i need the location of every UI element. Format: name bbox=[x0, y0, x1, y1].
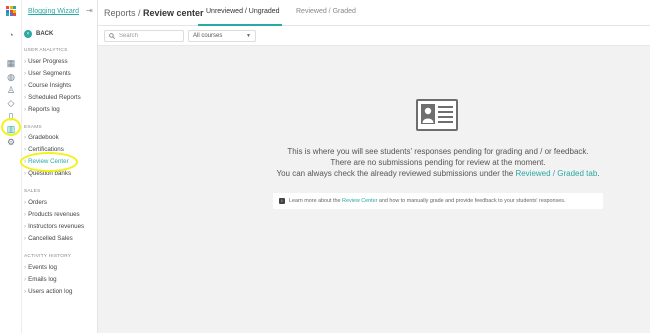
empty-state-message: This is where you will see students' res… bbox=[248, 146, 628, 179]
breadcrumb-separator: / bbox=[135, 8, 144, 18]
calculator-icon[interactable]: ▦ bbox=[6, 58, 16, 68]
sidebar-item-cancelled-sales[interactable]: › Cancelled Sales bbox=[24, 235, 73, 242]
tab-reviewed-graded[interactable]: Reviewed / Graded bbox=[296, 8, 356, 15]
sidebar-item-reports-log[interactable]: › Reports log bbox=[24, 106, 60, 113]
sidebar-item-scheduled-reports[interactable]: › Scheduled Reports bbox=[24, 94, 81, 101]
globe-icon[interactable]: ◍ bbox=[6, 72, 16, 82]
brand-link[interactable]: Blogging Wizard bbox=[28, 8, 79, 15]
sidebar-item-course-insights[interactable]: › Course Insights bbox=[24, 82, 71, 89]
reviewed-graded-tab-link[interactable]: Reviewed / Graded tab bbox=[515, 169, 597, 178]
info-icon: i bbox=[279, 198, 285, 204]
search-icon bbox=[109, 33, 115, 39]
search-input[interactable] bbox=[119, 31, 179, 41]
course-select-value: All courses bbox=[193, 33, 223, 39]
highlight-circle-review-center bbox=[20, 152, 78, 172]
section-user-analytics: USER ANALYTICS bbox=[24, 48, 68, 53]
sidebar-item-products-revenues[interactable]: › Products revenues bbox=[24, 211, 80, 218]
tab-unreviewed-ungraded[interactable]: Unreviewed / Ungraded bbox=[206, 8, 280, 15]
settings-icon[interactable]: ⚙ bbox=[6, 137, 16, 147]
breadcrumb-parent[interactable]: Reports bbox=[104, 8, 136, 18]
header-bar: Reports / Review center Unreviewed / Ung… bbox=[98, 0, 650, 26]
back-arrow-icon: ‹ bbox=[24, 30, 32, 38]
review-center-link[interactable]: Review Center bbox=[342, 198, 377, 204]
app-logo-icon[interactable] bbox=[6, 6, 16, 16]
section-activity-history: ACTIVITY HISTORY bbox=[24, 254, 72, 259]
sidebar-item-orders[interactable]: › Orders bbox=[24, 199, 47, 206]
users-icon[interactable]: ♙ bbox=[6, 85, 16, 95]
collapse-sidebar-icon[interactable]: ⇥ bbox=[86, 6, 93, 15]
sidebar-item-user-progress[interactable]: › User Progress bbox=[24, 58, 68, 65]
sidebar-item-gradebook[interactable]: › Gradebook bbox=[24, 134, 59, 141]
section-sales: SALES bbox=[24, 189, 41, 194]
back-button[interactable]: ‹ BACK bbox=[24, 30, 53, 38]
tag-icon[interactable]: ◇ bbox=[6, 98, 16, 108]
app-window: ◔ ▦ ◍ ♙ ◇ ▯ ▥ ⚙ Blogging Wizard ⇥ ‹ BACK… bbox=[0, 0, 650, 333]
id-card-illustration-icon bbox=[416, 99, 458, 131]
empty-state-line3: You can always check the already reviewe… bbox=[276, 169, 600, 178]
search-box bbox=[104, 30, 184, 42]
highlight-circle-rail bbox=[1, 118, 21, 136]
sidebar-item-user-segments[interactable]: › User Segments bbox=[24, 70, 71, 77]
course-select[interactable]: All courses ▼ bbox=[188, 30, 256, 42]
filter-bar: All courses ▼ bbox=[98, 26, 650, 46]
back-label: BACK bbox=[36, 31, 54, 37]
page-title: Reports / Review center bbox=[104, 8, 204, 18]
sidebar-item-users-action-log[interactable]: › Users action log bbox=[24, 288, 72, 295]
sidebar-item-events-log[interactable]: › Events log bbox=[24, 264, 57, 271]
breadcrumb-current: Review center bbox=[143, 8, 204, 18]
speedometer-icon[interactable]: ◔ bbox=[6, 30, 16, 40]
icon-rail: ◔ ▦ ◍ ♙ ◇ ▯ ▥ ⚙ bbox=[0, 0, 22, 333]
chevron-down-icon: ▼ bbox=[246, 33, 251, 39]
empty-state-line1: This is where you will see students' res… bbox=[287, 147, 589, 156]
empty-state-line2: There are no submissions pending for rev… bbox=[330, 158, 546, 167]
sidebar-item-instructors-revenues[interactable]: › Instructors revenues bbox=[24, 223, 84, 230]
info-banner: i Learn more about the Review Center and… bbox=[273, 193, 603, 209]
main-content: All courses ▼ This is where you will see… bbox=[98, 26, 650, 333]
section-exams: EXAMS bbox=[24, 125, 42, 130]
sidebar-item-emails-log[interactable]: › Emails log bbox=[24, 276, 57, 283]
